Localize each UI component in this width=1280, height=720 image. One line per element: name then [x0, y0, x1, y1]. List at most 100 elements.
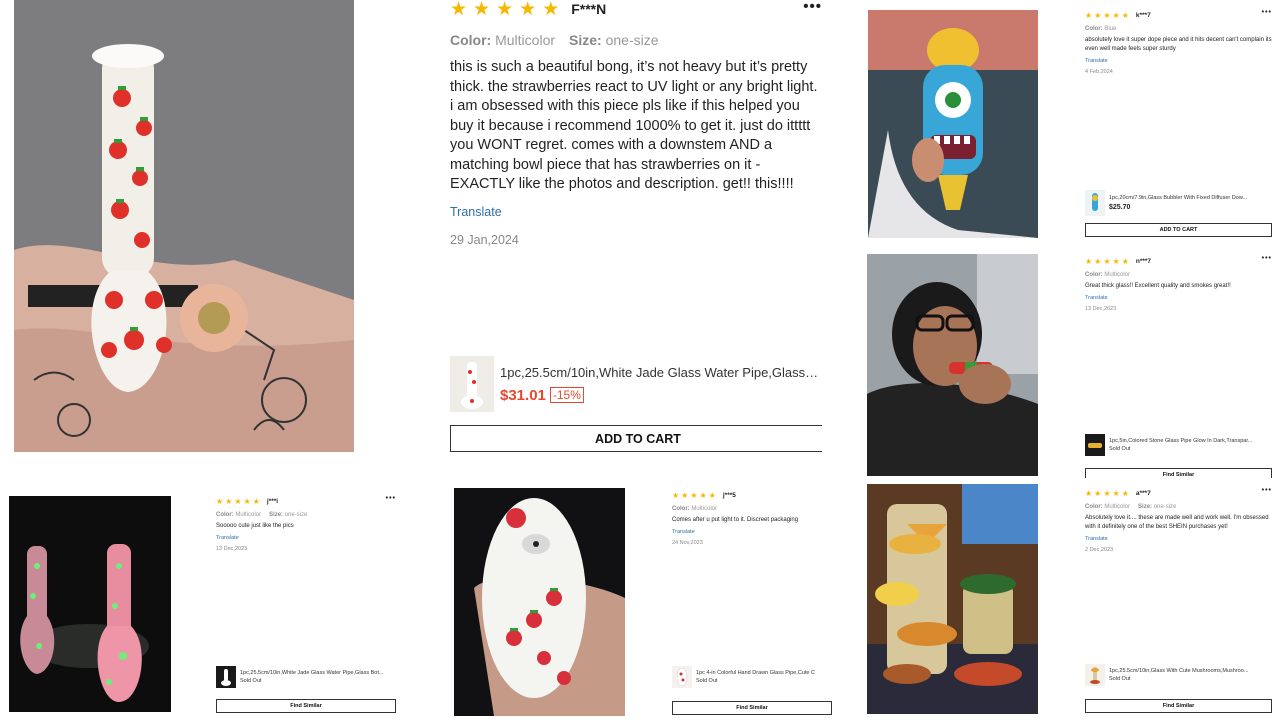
review-header: ★ ★ ★ ★ ★ F***N •••: [450, 0, 822, 20]
review-details: ★ ★ ★ ★ ★ k***7 ••• Color: Blue absolutely l…: [1085, 10, 1272, 242]
review-attributes: Color: Multicolor Size: one-size: [450, 32, 822, 48]
product-name[interactable]: 1pc,25.5cm/10in,White Jade Glass Water P…: [240, 670, 394, 676]
product-name[interactable]: 1pc,20cm/7.9in,Glass Bubbler With Fixed …: [1109, 195, 1269, 201]
product-summary[interactable]: 1pc,5in,Colored Stone Glass Pipe Glow In…: [1085, 434, 1272, 456]
translate-link[interactable]: Translate: [1085, 536, 1272, 542]
product-name[interactable]: 1pc,25.5cm/10in,White Jade Glass Water P…: [500, 365, 820, 380]
rating-stars: ★ ★ ★ ★ ★: [1085, 11, 1131, 20]
product-summary[interactable]: 1pc,25.5cm/10in,White Jade Glass Water P…: [450, 356, 822, 412]
rating-stars: ★ ★ ★ ★ ★: [672, 491, 718, 500]
star-icon: ★: [234, 496, 242, 506]
star-icon: ★: [1103, 10, 1111, 20]
star-icon: ★: [1085, 488, 1093, 498]
product-thumbnail[interactable]: [216, 666, 236, 688]
star-icon: ★: [1094, 10, 1102, 20]
review-header: ★ ★ ★ ★ ★ n***7 •••: [1085, 256, 1272, 266]
review-card: ★ ★ ★ ★ ★ j***i ••• Color: Multicolor Size: …: [0, 482, 412, 720]
review-photo[interactable]: [454, 488, 625, 716]
review-text: Great thick glass!! Excellent quality an…: [1085, 283, 1231, 289]
review-details: ★ ★ ★ ★ ★ F***N ••• Color: Multicolor Si…: [450, 0, 822, 460]
star-icon: ★: [699, 490, 707, 500]
review-card: ★ ★ ★ ★ ★ F***N ••• Color: Multicolor Si…: [0, 0, 832, 460]
mushroom-bong-photo: [867, 484, 1038, 714]
product-thumbnail-icon: [1085, 434, 1105, 456]
review-photo[interactable]: [9, 496, 171, 712]
star-icon: ★: [1103, 256, 1111, 266]
product-name[interactable]: 1pc 4-in Colorful Hand Drawn Glass Pipe,…: [696, 670, 832, 676]
attribute-color: Color: Multicolor: [1085, 504, 1131, 510]
star-icon: ★: [519, 0, 537, 20]
attribute-color: Color: Multicolor: [450, 32, 556, 48]
attribute-color: Color: Multicolor: [1085, 272, 1131, 278]
attribute-size: Size: one-size: [569, 32, 659, 48]
more-options-icon[interactable]: •••: [1262, 10, 1272, 16]
find-similar-button[interactable]: Find Similar: [216, 699, 396, 713]
product-info: 1pc,25.5cm/10in,White Jade Glass Water P…: [240, 670, 394, 684]
translate-link[interactable]: Translate: [1085, 295, 1272, 301]
product-thumbnail[interactable]: [672, 666, 692, 688]
review-photo[interactable]: [868, 10, 1038, 238]
translate-link[interactable]: Translate: [216, 535, 396, 541]
price-row: $25.70: [1109, 204, 1269, 211]
find-similar-button[interactable]: Find Similar: [1085, 699, 1272, 713]
product-summary[interactable]: 1pc,25.5cm/10in,White Jade Glass Water P…: [216, 666, 396, 688]
review-date: 29 Jan,2024: [450, 232, 519, 247]
star-icon: ★: [496, 0, 514, 20]
add-to-cart-button[interactable]: ADD TO CART: [1085, 223, 1272, 237]
product-thumbnail-icon: [672, 666, 692, 688]
more-options-icon[interactable]: •••: [803, 0, 822, 15]
review-photo[interactable]: [867, 254, 1038, 476]
find-similar-button[interactable]: Find Similar: [1085, 468, 1272, 478]
rating-stars: ★ ★ ★ ★ ★: [1085, 257, 1131, 266]
star-icon: ★: [1085, 256, 1093, 266]
review-card: ★ ★ ★ ★ ★ a***7 ••• Color: Multicolor Size: …: [838, 480, 1280, 720]
more-options-icon[interactable]: •••: [386, 496, 396, 502]
translate-link[interactable]: Translate: [1085, 58, 1272, 64]
star-icon: ★: [542, 0, 560, 20]
reviewer-name: j***5: [722, 491, 736, 499]
review-header: ★ ★ ★ ★ ★ a***7 •••: [1085, 488, 1272, 498]
review-date: 2 Dec,2023: [1085, 547, 1114, 553]
product-thumbnail[interactable]: [1085, 664, 1105, 686]
review-photo[interactable]: [867, 484, 1038, 714]
sold-out-label: Sold Out: [240, 678, 262, 684]
review-text: Absolutely love it.... these are made we…: [1085, 515, 1269, 530]
star-icon: ★: [1094, 256, 1102, 266]
star-icon: ★: [1103, 488, 1111, 498]
review-photo[interactable]: [14, 0, 354, 452]
strawberry-hand-pipe-photo: [454, 488, 625, 716]
reviewer-name: a***7: [1135, 489, 1151, 497]
translate-link[interactable]: Translate: [450, 205, 822, 219]
product-name[interactable]: 1pc,25.5cm/10in,Glass With Cute Mushroom…: [1109, 668, 1269, 674]
attribute-color: Color: Blue: [1085, 26, 1117, 32]
translate-link[interactable]: Translate: [672, 529, 832, 535]
review-attributes: Color: Multicolor: [1085, 272, 1272, 278]
find-similar-button[interactable]: Find Similar: [672, 701, 832, 715]
star-icon: ★: [681, 490, 689, 500]
review-details: ★ ★ ★ ★ ★ j***i ••• Color: Multicolor Size: …: [216, 496, 396, 716]
product-thumbnail[interactable]: [450, 356, 494, 412]
star-icon: ★: [225, 496, 233, 506]
product-thumbnail-icon: [216, 666, 236, 688]
reviewer-name: n***7: [1135, 257, 1152, 265]
product-info: 1pc,20cm/7.9in,Glass Bubbler With Fixed …: [1109, 195, 1269, 211]
reviewer-name: j***i: [266, 497, 279, 505]
product-thumbnail[interactable]: [1085, 434, 1105, 456]
more-options-icon[interactable]: •••: [1262, 256, 1272, 262]
star-icon: ★: [1121, 488, 1129, 498]
product-summary[interactable]: 1pc,25.5cm/10in,Glass With Cute Mushroom…: [1085, 664, 1272, 686]
sold-out-label: Sold Out: [1109, 446, 1131, 452]
review-card: ★ ★ ★ ★ ★ n***7 ••• Color: Multicolor Great …: [838, 248, 1280, 478]
more-options-icon[interactable]: •••: [1262, 488, 1272, 494]
strawberry-bong-photo: [14, 0, 354, 452]
review-date: 4 Feb,2024: [1085, 69, 1113, 75]
star-icon: ★: [243, 496, 251, 506]
product-summary[interactable]: 1pc 4-in Colorful Hand Drawn Glass Pipe,…: [672, 666, 832, 688]
product-thumbnail[interactable]: [1085, 190, 1105, 216]
rating-stars: ★ ★ ★ ★ ★: [1085, 489, 1131, 498]
review-date: 24 Nov,2023: [672, 540, 703, 546]
add-to-cart-button[interactable]: ADD TO CART: [450, 425, 822, 452]
product-name[interactable]: 1pc,5in,Colored Stone Glass Pipe Glow In…: [1109, 438, 1269, 444]
product-summary[interactable]: 1pc,20cm/7.9in,Glass Bubbler With Fixed …: [1085, 190, 1272, 216]
product-thumbnail-icon: [1085, 190, 1105, 216]
